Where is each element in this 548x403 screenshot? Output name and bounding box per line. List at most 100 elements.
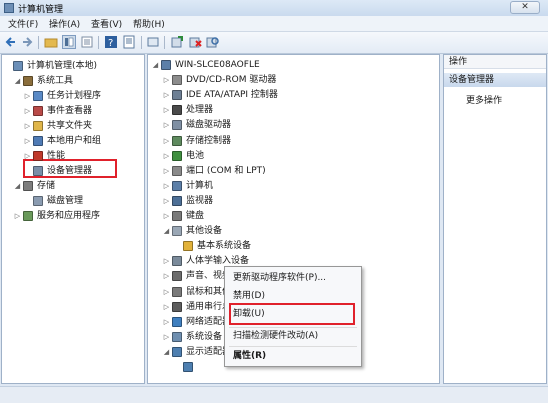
tree-item-label: 共享文件夹 [47, 121, 93, 131]
tree-item[interactable]: ▷ 性能 [2, 149, 144, 163]
expand-toggle-icon[interactable]: ▷ [14, 209, 21, 223]
toolbar-separator [164, 36, 165, 49]
actions-section-device-manager[interactable]: 设备管理器 [444, 73, 546, 87]
tree-item[interactable]: ▷ 服务和应用程序 [2, 209, 144, 223]
expand-toggle-icon[interactable]: ▷ [24, 119, 31, 133]
expand-toggle-icon[interactable]: ▷ [163, 118, 170, 132]
expand-toggle-icon[interactable]: ▷ [163, 209, 170, 223]
tree-item[interactable]: ▷ 处理器 [148, 103, 439, 117]
show-tree-icon[interactable] [62, 35, 76, 49]
scan-hardware-icon[interactable] [205, 35, 219, 49]
expand-toggle-icon[interactable]: ▷ [163, 179, 170, 193]
tree-item[interactable]: ▷ DVD/CD-ROM 驱动器 [148, 73, 439, 87]
expand-toggle-icon[interactable]: ▷ [163, 73, 170, 87]
menu-action[interactable]: 操作(A) [49, 17, 80, 30]
tree-item[interactable]: ▷ 端口 (COM 和 LPT) [148, 164, 439, 178]
menu-file[interactable]: 文件(F) [8, 17, 38, 30]
tree-item-label: WIN-SLCE08AOFLE [175, 60, 260, 70]
expand-toggle-icon[interactable]: ▷ [24, 149, 31, 163]
tree-item[interactable]: ▷ 本地用户和组 [2, 134, 144, 148]
uninstall-icon[interactable] [188, 35, 202, 49]
computer-icon [161, 60, 171, 70]
tree-item[interactable]: ◢ WIN-SLCE08AOFLE [148, 58, 439, 72]
expand-toggle-icon[interactable]: ▷ [163, 285, 170, 299]
update-driver-menu-item[interactable]: 更新驱动程序软件(P)... [233, 271, 326, 285]
menu-help[interactable]: 帮助(H) [133, 17, 165, 30]
tree-item[interactable]: ▷ 任务计划程序 [2, 89, 144, 103]
computer-management-icon [4, 3, 14, 13]
tree-item[interactable]: ▷ 电池 [148, 149, 439, 163]
expand-toggle-icon[interactable]: ▷ [163, 330, 170, 344]
ide-icon [172, 90, 182, 101]
actions-header: 操作 [444, 55, 546, 69]
scan-hardware-menu-item[interactable]: 扫描检测硬件改动(A) [233, 329, 318, 343]
users-icon [33, 136, 43, 146]
tree-item-label: 性能 [47, 151, 66, 161]
forward-icon[interactable] [20, 35, 34, 49]
expand-toggle-icon[interactable]: ▷ [163, 88, 170, 102]
tree-item-label: 计算机管理(本地) [27, 61, 98, 71]
expand-toggle-icon[interactable]: ▷ [24, 104, 31, 118]
expand-toggle-icon[interactable]: ▷ [163, 164, 170, 178]
properties-menu-item[interactable]: 属性(R) [233, 349, 266, 363]
tree-item-label: 系统设备 [186, 331, 223, 342]
expand-toggle-icon[interactable]: ▷ [163, 254, 170, 268]
tree-item[interactable]: ◢ 系统工具 [2, 74, 144, 88]
expand-toggle-icon[interactable]: ◢ [163, 345, 170, 359]
tree-item[interactable]: ▷ 监视器 [148, 194, 439, 208]
tree-item[interactable]: 基本系统设备 [148, 239, 439, 253]
tree-item[interactable]: ◢ 存储 [2, 179, 144, 193]
expand-toggle-icon[interactable]: ▷ [163, 300, 170, 314]
update-driver-icon[interactable] [170, 35, 184, 49]
svg-text:?: ? [108, 38, 113, 49]
tree-item-label: 系统工具 [37, 76, 74, 86]
storage-icon [23, 181, 33, 191]
help-icon[interactable]: ? [104, 35, 118, 49]
more-actions-link[interactable]: 更多操作 [466, 93, 502, 106]
tree-item[interactable]: ▷ 事件查看器 [2, 104, 144, 118]
show-hidden-icon[interactable] [146, 35, 160, 49]
menu-view[interactable]: 查看(V) [91, 17, 122, 30]
expand-toggle-icon[interactable]: ▷ [24, 89, 31, 103]
tree-item[interactable]: ▷ 共享文件夹 [2, 119, 144, 133]
tree-item[interactable]: ◢ 其他设备 [148, 224, 439, 238]
tree-item[interactable]: 设备管理器 [2, 164, 144, 178]
disable-menu-item[interactable]: 禁用(D) [233, 289, 265, 303]
toolbar-separator [98, 36, 99, 49]
expand-toggle-icon[interactable]: ▷ [163, 103, 170, 117]
tree-item[interactable]: ▷ 磁盘驱动器 [148, 118, 439, 132]
tree-item[interactable]: ▷ 存储控制器 [148, 134, 439, 148]
other-devices-icon [172, 226, 182, 237]
expand-toggle-icon[interactable]: ▷ [24, 134, 31, 148]
tree-item[interactable]: 计算机管理(本地) [2, 59, 144, 73]
sound-icon [172, 271, 182, 282]
tree-item[interactable]: ▷ 键盘 [148, 209, 439, 223]
tree-item[interactable]: ▷ 计算机 [148, 179, 439, 193]
computer-icon [13, 61, 23, 71]
expand-toggle-icon[interactable]: ▷ [163, 194, 170, 208]
tree-item[interactable]: 磁盘管理 [2, 194, 144, 208]
close-button[interactable]: ✕ [510, 1, 540, 14]
list-icon[interactable] [80, 35, 94, 49]
up-folder-icon[interactable] [44, 35, 58, 49]
expand-toggle-icon[interactable]: ▷ [163, 134, 170, 148]
tree-item-label: 服务和应用程序 [37, 211, 101, 221]
expand-toggle-icon[interactable]: ◢ [152, 58, 159, 72]
expand-toggle-icon[interactable]: ▷ [163, 315, 170, 329]
properties-icon[interactable] [122, 35, 136, 49]
tree-item-label: 端口 (COM 和 LPT) [186, 165, 266, 176]
expand-toggle-icon[interactable]: ▷ [163, 149, 170, 163]
back-icon[interactable] [4, 35, 18, 49]
expand-toggle-icon[interactable]: ◢ [163, 224, 170, 238]
tree-item[interactable]: ▷ IDE ATA/ATAPI 控制器 [148, 88, 439, 102]
expand-toggle-icon[interactable]: ◢ [14, 179, 21, 193]
expand-toggle-icon[interactable]: ◢ [14, 74, 21, 88]
device-manager-icon [33, 166, 43, 176]
navigation-tree: 计算机管理(本地) ◢ 系统工具 ▷ 任务计划程序 ▷ 事件查看器 ▷ 共享文件夹 ▷ 本地用户和组… [1, 54, 145, 384]
expand-toggle-icon[interactable]: ▷ [163, 269, 170, 283]
window-title: 计算机管理 [18, 5, 64, 15]
